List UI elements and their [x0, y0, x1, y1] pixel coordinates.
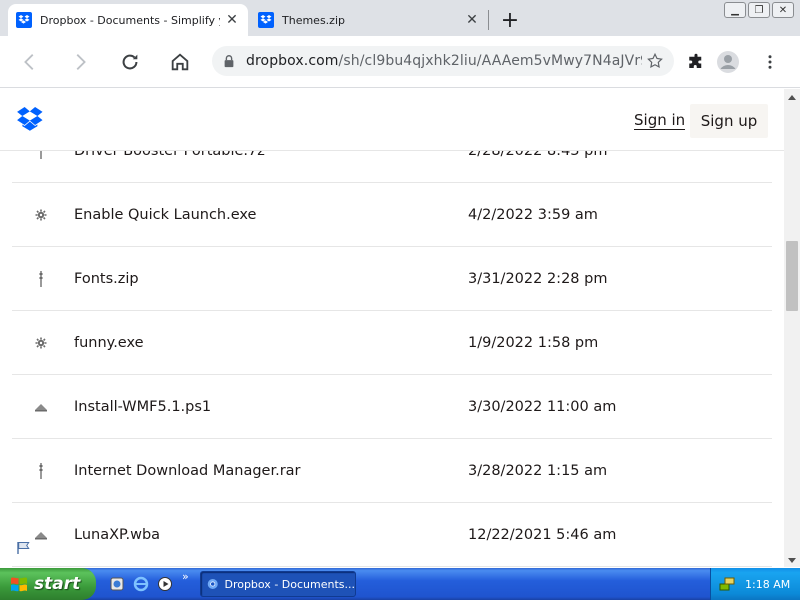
dropbox-favicon-icon — [16, 12, 32, 28]
window-controls: ▁ ❐ ✕ — [724, 2, 794, 18]
file-row[interactable]: LunaXP.wba 12/22/2021 5:46 am — [12, 503, 772, 567]
file-name[interactable]: Enable Quick Launch.exe — [74, 207, 256, 223]
quicklaunch-explorer[interactable] — [108, 575, 126, 593]
windows-flag-icon — [11, 577, 27, 592]
bookmark-star-icon[interactable] — [646, 52, 664, 70]
tab-title: Themes.zip — [282, 13, 345, 27]
profile-button[interactable] — [714, 48, 742, 76]
puzzle-icon — [689, 53, 702, 68]
browser-toolbar: dropbox.com/sh/cl9bu4qjxhk2liu/AAAem5vMw… — [0, 36, 800, 88]
reload-button[interactable] — [114, 46, 146, 78]
arrow-right-icon — [76, 54, 86, 70]
file-modified-date: 3/30/2022 11:00 am — [468, 398, 617, 415]
dropbox-logo-icon[interactable] — [16, 107, 44, 131]
profile-avatar-icon — [717, 51, 739, 73]
browser-menu-button[interactable] — [756, 48, 784, 76]
tab-strip: Dropbox - Documents - Simplify your ✕ Th… — [0, 0, 800, 36]
minimize-button[interactable]: ▁ — [724, 2, 746, 18]
file-name[interactable]: funny.exe — [74, 335, 144, 351]
tab-separator — [488, 10, 489, 30]
flag-icon[interactable] — [16, 541, 32, 555]
gear-icon — [32, 334, 50, 352]
tab-dropbox-documents[interactable]: Dropbox - Documents - Simplify your ✕ — [8, 4, 248, 36]
back-button[interactable] — [14, 46, 46, 78]
xp-taskbar: start » Dropbox - Documents... 1:18 AM — [0, 568, 800, 600]
file-modified-date: 3/28/2022 1:15 am — [468, 462, 608, 479]
file-row[interactable]: Internet Download Manager.rar 3/28/2022 1… — [12, 439, 772, 503]
sign-in-link[interactable]: Sign in — [634, 111, 686, 130]
url-host: dropbox.com — [246, 53, 339, 69]
chrome-icon — [207, 578, 218, 590]
system-tray: 1:18 AM — [710, 568, 800, 600]
file-modified-date: 3/31/2022 2:28 pm — [468, 270, 608, 287]
sign-up-button[interactable]: Sign up — [690, 104, 768, 138]
file-row[interactable]: Install-WMF5.1.ps1 3/30/2022 11:00 am — [12, 375, 772, 439]
file-name[interactable]: LunaXP.wba — [74, 527, 160, 543]
dropbox-favicon-icon — [258, 12, 274, 28]
address-bar[interactable]: dropbox.com/sh/cl9bu4qjxhk2liu/AAAem5vMw… — [212, 46, 674, 76]
file-row[interactable]: Fonts.zip 3/31/2022 2:28 pm — [12, 247, 772, 311]
home-icon — [171, 53, 189, 71]
scroll-down-arrow[interactable] — [788, 558, 796, 563]
start-label: start — [34, 574, 81, 594]
file-name[interactable]: Fonts.zip — [74, 271, 139, 287]
file-modified-date: 12/22/2021 5:46 am — [468, 526, 617, 543]
tray-clock: 1:18 AM — [745, 577, 791, 591]
url-path: /sh/cl9bu4qjxhk2liu/AAAem5vMwy7N4aJVr9Cs… — [338, 53, 642, 69]
task-item-title: Dropbox - Documents... — [224, 577, 355, 591]
scroll-up-arrow[interactable] — [788, 95, 796, 100]
home-button[interactable] — [164, 46, 196, 78]
quicklaunch-chevron-icon[interactable]: » — [182, 570, 189, 583]
scroll-thumb[interactable] — [786, 241, 798, 311]
tab-title: Dropbox - Documents - Simplify your — [40, 13, 220, 27]
arrow-left-icon — [24, 54, 34, 70]
start-button[interactable]: start — [0, 568, 96, 600]
internet-explorer-icon — [133, 576, 149, 592]
tray-network-icon[interactable] — [719, 576, 735, 592]
file-name[interactable]: Internet Download Manager.rar — [74, 463, 301, 479]
restore-button[interactable]: ❐ — [748, 2, 770, 18]
extensions-button[interactable] — [682, 48, 710, 76]
file-name[interactable]: Install-WMF5.1.ps1 — [74, 399, 211, 415]
tab-themes-zip[interactable]: Themes.zip ✕ — [250, 4, 488, 36]
page-content: Sign in Sign up Driver Booster Portable.… — [0, 89, 784, 567]
tab-close-icon[interactable]: ✕ — [464, 12, 480, 28]
forward-button[interactable] — [64, 46, 96, 78]
address-url: dropbox.com/sh/cl9bu4qjxhk2liu/AAAem5vMw… — [246, 53, 642, 69]
page-scrollbar[interactable] — [784, 89, 800, 567]
reload-icon — [122, 54, 138, 70]
dropbox-header: Sign in Sign up — [0, 89, 784, 151]
file-list: Driver Booster Portable.7z2/28/2022 8:43… — [12, 119, 772, 567]
lock-icon — [224, 55, 234, 68]
quicklaunch-media-player[interactable] — [156, 575, 174, 593]
file-row[interactable]: Enable Quick Launch.exe 4/2/2022 3:59 am — [12, 183, 772, 247]
file-row[interactable]: funny.exe 1/9/2022 1:58 pm — [12, 311, 772, 375]
zip-icon — [32, 462, 50, 480]
close-window-button[interactable]: ✕ — [772, 2, 794, 18]
file-modified-date: 4/2/2022 3:59 am — [468, 206, 598, 223]
kebab-menu-icon — [768, 55, 772, 69]
explorer-icon — [110, 577, 124, 591]
taskbar-item-dropbox[interactable]: Dropbox - Documents... — [200, 571, 356, 597]
zip-icon — [32, 270, 50, 288]
quicklaunch-ie[interactable] — [132, 575, 150, 593]
tab-close-icon[interactable]: ✕ — [224, 12, 240, 28]
script-icon — [32, 526, 50, 544]
new-tab-button[interactable]: + — [496, 6, 524, 34]
gear-icon — [32, 206, 50, 224]
file-modified-date: 1/9/2022 1:58 pm — [468, 334, 599, 351]
script-icon — [32, 398, 50, 416]
media-player-icon — [158, 577, 172, 591]
